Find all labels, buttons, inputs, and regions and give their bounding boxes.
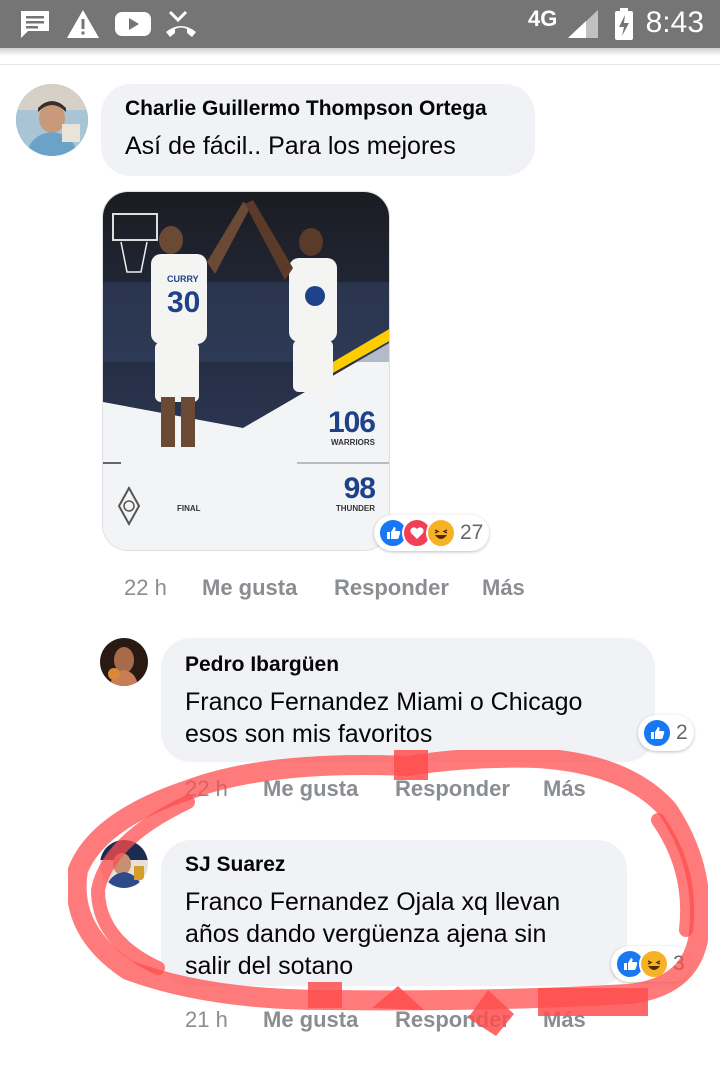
reaction-summary-2[interactable]: 2 [638, 715, 694, 751]
jersey-name: CURRY [167, 274, 199, 284]
youtube-icon [114, 8, 152, 40]
comment-text-line: años dando vergüenza ajena sin [185, 920, 547, 948]
top-divider [0, 64, 720, 65]
away-team: THUNDER [335, 504, 375, 513]
reaction-count: 3 [673, 952, 685, 975]
comment-photo-score-card[interactable]: CURRY 30 106 WARRIORS 98 THUNDER FINAL [102, 191, 390, 551]
reaction-summary-3[interactable]: 3 [611, 946, 691, 982]
haha-reaction-icon [426, 518, 456, 548]
comment-time: 21 h [185, 1007, 228, 1032]
comment-actions-3: 21 h Me gusta Responder Más [185, 1007, 605, 1037]
status-bar-shadow [0, 48, 720, 56]
more-button[interactable]: Más [543, 776, 586, 802]
home-score: 106 [327, 406, 376, 439]
home-team: WARRIORS [331, 438, 375, 447]
comment-text: Así de fácil.. Para los mejores [125, 132, 456, 160]
avatar-charlie[interactable] [16, 84, 88, 156]
missed-call-icon [164, 8, 198, 40]
comment-time: 22 h [124, 575, 167, 600]
clock: 8:43 [645, 6, 704, 39]
comment-text-line: Franco Fernandez Miami o Chicago [185, 688, 583, 716]
comment-text-line: salir del sotano [185, 952, 354, 980]
haha-reaction-icon [639, 949, 669, 979]
warning-icon [66, 8, 100, 40]
reply-button[interactable]: Responder [395, 776, 510, 802]
reaction-count: 2 [676, 721, 688, 744]
signal-icon [566, 8, 600, 40]
jersey-number: 30 [167, 286, 201, 319]
comment-actions-1: 22 h Me gusta Responder Más [124, 575, 564, 605]
comment-time: 22 h [185, 776, 228, 801]
comment-text-line: esos son mis favoritos [185, 720, 433, 748]
status-bar: 4G 8:43 [0, 0, 720, 48]
comment-author[interactable]: Charlie Guillermo Thompson Ortega [125, 97, 487, 121]
reaction-count: 27 [460, 521, 484, 544]
like-reaction-icon [642, 718, 672, 748]
more-button[interactable]: Más [543, 1007, 586, 1033]
like-button[interactable]: Me gusta [263, 776, 358, 802]
comment-author[interactable]: SJ Suarez [185, 853, 285, 877]
reply-button[interactable]: Responder [334, 575, 449, 601]
comment-text-line: Franco Fernandez Ojala xq llevan [185, 888, 561, 916]
network-type: 4G [528, 6, 558, 31]
comment-author[interactable]: Pedro Ibargüen [185, 653, 339, 677]
battery-charging-icon [612, 8, 636, 40]
game-status: FINAL [177, 504, 201, 513]
like-button[interactable]: Me gusta [263, 1007, 358, 1033]
comment-actions-2: 22 h Me gusta Responder Más [185, 776, 605, 806]
more-button[interactable]: Más [482, 575, 525, 601]
reply-button[interactable]: Responder [395, 1007, 510, 1033]
like-button[interactable]: Me gusta [202, 575, 297, 601]
avatar-pedro[interactable] [100, 638, 148, 686]
message-icon [18, 8, 52, 40]
avatar-sj[interactable] [100, 840, 148, 888]
reaction-summary-1[interactable]: 27 [374, 515, 490, 551]
away-score: 98 [343, 472, 376, 505]
